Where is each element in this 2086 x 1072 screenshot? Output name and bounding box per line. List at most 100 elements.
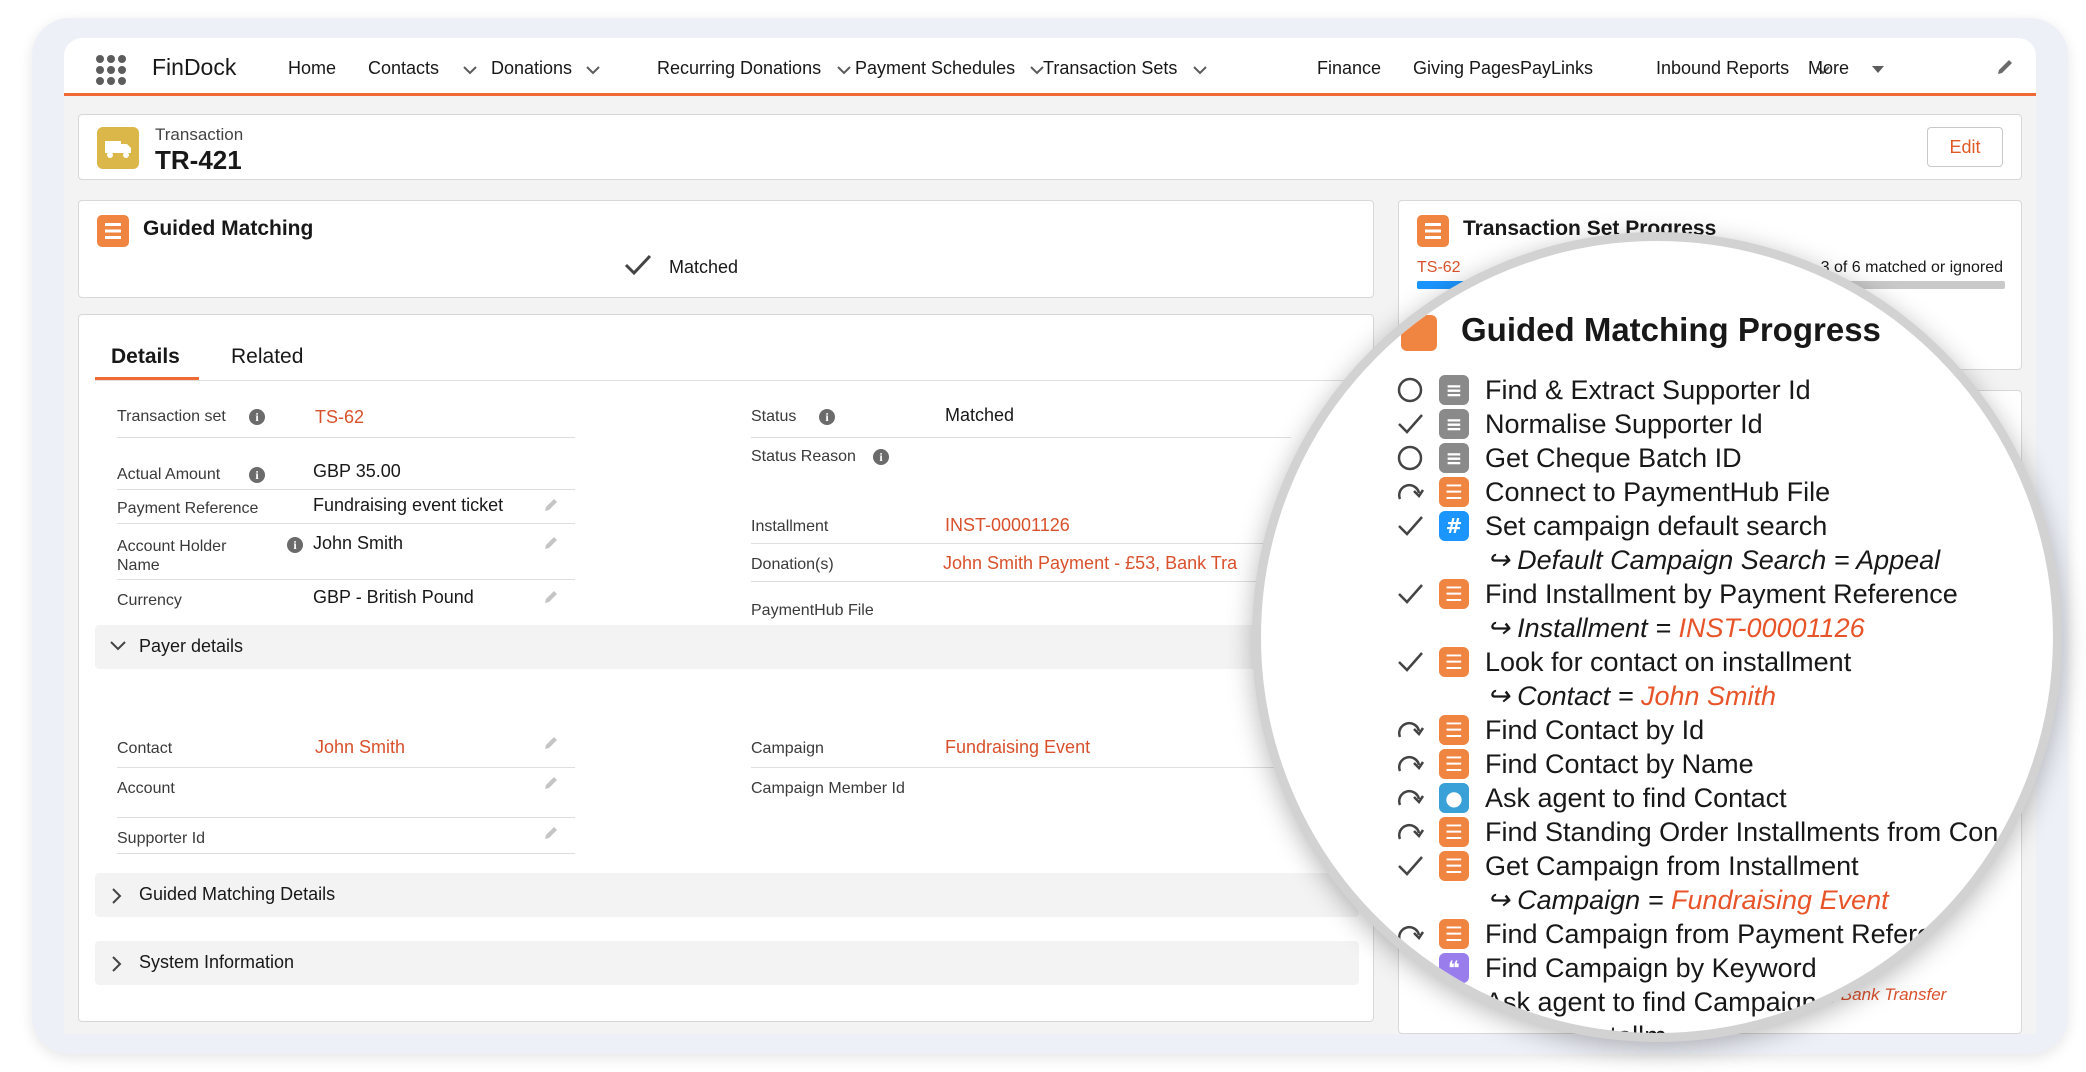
nav-item-inbound-reports[interactable]: Inbound Reports: [1656, 58, 1789, 79]
payer-details-label: Payer details: [139, 636, 244, 656]
field-divider: [117, 437, 575, 438]
result-arrow-icon: ↪: [1487, 545, 1518, 575]
nav-item-payment-schedules[interactable]: Payment Schedules: [855, 58, 1015, 79]
edit-pencil-icon[interactable]: [543, 775, 559, 791]
global-nav: FinDock Home Contacts Donations Recurring D…: [64, 38, 2036, 96]
guided-matching-details-label: Guided Matching Details: [139, 884, 336, 904]
guided-matching-details-section[interactable]: Guided Matching Details: [95, 873, 1359, 917]
check-icon: [624, 254, 652, 276]
result-field: Installment: [1517, 613, 1648, 643]
field-label-status-reason: Status Reason: [751, 448, 856, 465]
field-label-campaign: Campaign: [751, 740, 824, 757]
transaction-set-link[interactable]: TS-62: [315, 407, 364, 428]
step-label: Find Campaign by Keyword: [1485, 953, 1817, 983]
campaign-link[interactable]: Fundraising Event: [945, 737, 1090, 758]
edit-pencil-icon[interactable]: [543, 497, 559, 513]
field-divider: [751, 767, 1291, 768]
result-equals: =: [1647, 613, 1679, 643]
guided-matching-title: Guided Matching: [143, 217, 314, 240]
result-value[interactable]: John Smith: [1641, 681, 1776, 711]
nav-item-recurring-donations[interactable]: Recurring Donations: [657, 58, 821, 79]
nav-item-donations[interactable]: Donations: [491, 58, 572, 79]
caret-down-icon[interactable]: [1868, 60, 1888, 80]
chevron-down-icon[interactable]: [1190, 60, 1210, 80]
nav-item-contacts[interactable]: Contacts: [368, 58, 439, 79]
chevron-down-icon[interactable]: [460, 60, 480, 80]
info-icon[interactable]: i: [249, 409, 265, 425]
info-icon[interactable]: i: [819, 409, 835, 425]
field-divider: [751, 437, 1291, 438]
result-equals: =: [1610, 681, 1641, 711]
doc-icon: ≡: [1439, 409, 1469, 439]
actual-amount-value: GBP 35.00: [313, 461, 401, 481]
user-icon: ●: [1439, 783, 1469, 813]
edit-pencil-icon[interactable]: [543, 589, 559, 605]
step-label: Find Campaign from Payment Refere: [1485, 919, 1933, 949]
skip-arrow-icon: [1398, 789, 1425, 806]
check-icon: [1398, 992, 1423, 1012]
step-result: ↪ Campaign = Fundraising Event: [1487, 883, 1889, 917]
result-field: Default Campaign Search: [1517, 545, 1827, 575]
chevron-down-icon[interactable]: [583, 60, 603, 80]
info-icon[interactable]: i: [249, 467, 265, 483]
chevron-right-icon: [112, 956, 122, 972]
field-divider: [117, 767, 575, 768]
system-information-section[interactable]: System Information: [95, 941, 1359, 985]
db-icon: ☰: [1439, 749, 1469, 779]
edit-pencil-icon[interactable]: [543, 825, 559, 841]
contact-link[interactable]: John Smith: [315, 737, 405, 758]
step-label: Ask agent to find Contact: [1485, 783, 1787, 813]
edit-nav-icon[interactable]: [1994, 56, 2016, 78]
edit-pencil-icon[interactable]: [543, 735, 559, 751]
result-arrow-icon: ↪: [1487, 613, 1518, 643]
payer-details-section[interactable]: Payer details: [95, 625, 1359, 669]
tab-related[interactable]: Related: [231, 345, 303, 369]
guided-matching-icon: [97, 215, 129, 247]
details-card: Details Related Transaction set i TS-62 …: [78, 314, 1374, 1022]
db-icon: ☰: [1439, 477, 1469, 507]
tab-details[interactable]: Details: [111, 345, 180, 369]
step-label: Find Standing Order Installments from Co…: [1485, 817, 1999, 847]
field-label-paymenthub-file: PaymentHub File: [751, 602, 874, 619]
account-holder-name-value: John Smith: [313, 533, 404, 553]
doc-icon: ≡: [1439, 443, 1469, 473]
record-title: TR-421: [155, 145, 242, 175]
nav-item-more[interactable]: More: [1808, 58, 1849, 79]
field-label-transaction-set: Transaction set: [117, 408, 226, 425]
field-divider: [751, 543, 1291, 544]
matched-label: Matched: [669, 257, 739, 277]
result-value[interactable]: INST-00001126: [1678, 613, 1864, 643]
nav-item-home[interactable]: Home: [288, 58, 336, 79]
info-icon[interactable]: i: [287, 537, 303, 553]
currency-value: GBP - British Pound: [313, 587, 474, 607]
result-field: Campaign: [1517, 885, 1641, 915]
check-icon: [1398, 652, 1423, 672]
result-value[interactable]: Fundraising Event: [1671, 885, 1889, 915]
nav-item-giving-pages[interactable]: Giving Pages: [1413, 58, 1520, 79]
magnifier-callout: Guided Matching Progress ≡ Find & Extract…: [1252, 232, 2062, 1042]
edit-button[interactable]: Edit: [1927, 127, 2003, 167]
step-label: Find Installment by Payment Reference: [1485, 579, 1958, 609]
quote-icon: ❝: [1439, 953, 1469, 983]
status-value: Matched: [945, 405, 1015, 425]
field-divider: [117, 817, 575, 818]
installment-link[interactable]: INST-00001126: [945, 515, 1070, 536]
nav-item-paylinks[interactable]: PayLinks: [1520, 58, 1593, 79]
edit-pencil-icon[interactable]: [543, 535, 559, 551]
chevron-down-icon[interactable]: [834, 60, 854, 80]
chevron-right-icon: [112, 888, 122, 904]
db-icon: ☰: [1439, 715, 1469, 745]
step-label: Ask agent to find Campaign: [1485, 987, 1817, 1017]
db-icon: ☰: [1439, 817, 1469, 847]
app-name: FinDock: [152, 54, 237, 80]
app-launcher-icon[interactable]: [96, 55, 126, 85]
step-label: Connect to PaymentHub File: [1485, 477, 1831, 507]
field-label-account-holder-name: Account Holder Name: [117, 538, 227, 574]
donation-link[interactable]: John Smith Payment - £53, Bank Tra: [943, 553, 1237, 574]
field-label-account: Account: [117, 780, 175, 797]
nav-item-finance[interactable]: Finance: [1317, 58, 1381, 79]
step-result: ↪ Default Campaign Search = Appeal: [1487, 543, 1940, 577]
info-icon[interactable]: i: [873, 449, 889, 465]
skip-arrow-icon: [1398, 721, 1425, 738]
nav-item-transaction-sets[interactable]: Transaction Sets: [1043, 58, 1177, 79]
